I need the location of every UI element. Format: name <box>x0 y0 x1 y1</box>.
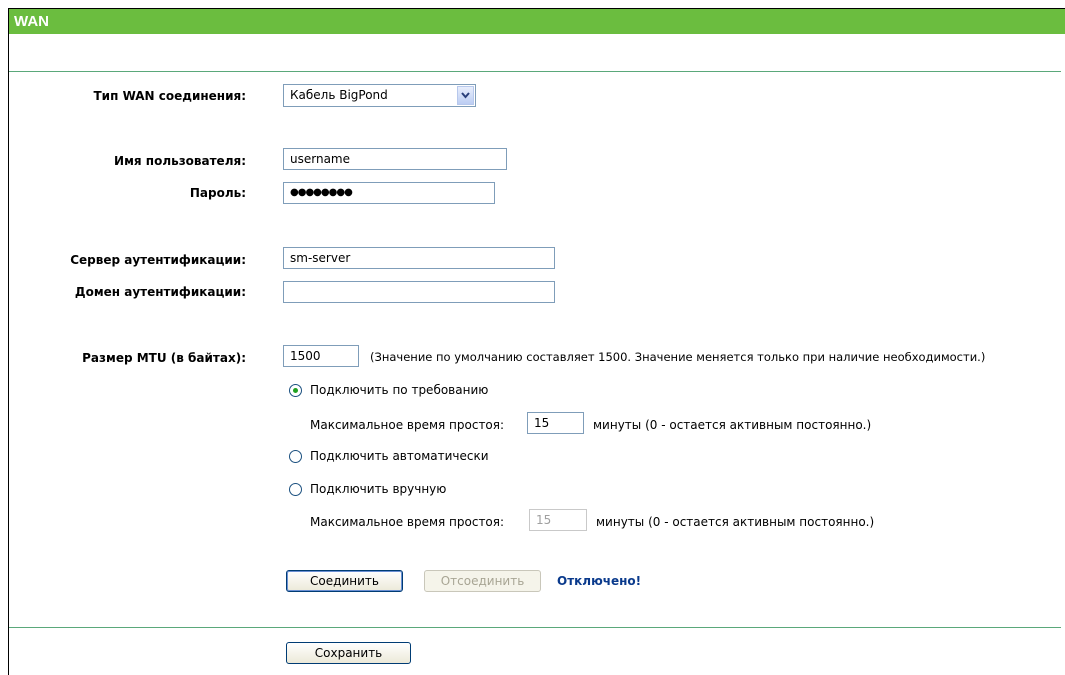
chevron-down-icon[interactable] <box>457 86 474 105</box>
connect-on-demand-label: Подключить по требованию <box>310 383 489 397</box>
username-label-box: Имя пользователя: <box>0 154 246 174</box>
auth-server-label-box: Сервер аутентификации: <box>0 253 246 273</box>
wan-type-select[interactable]: Кабель BigPond <box>283 84 476 107</box>
idle-time-suffix: минуты (0 - остается активным постоянно.… <box>593 418 872 432</box>
bottom-divider <box>9 627 1061 628</box>
auth-domain-label-box: Домен аутентификации: <box>0 285 246 305</box>
wan-type-label: Тип WAN соединения: <box>93 89 247 103</box>
connect-manual-label: Подключить вручную <box>310 482 447 496</box>
auth-server-input[interactable]: sm-server <box>283 247 555 269</box>
manual-idle-time-label: Максимальное время простоя: <box>310 515 505 529</box>
password-input[interactable]: ●●●●●●●● <box>283 182 495 204</box>
wan-type-value: Кабель BigPond <box>290 88 388 102</box>
auth-domain-input[interactable] <box>283 281 555 303</box>
radio-selected-dot <box>293 388 298 393</box>
mtu-label-box: Размер MTU (в байтах): <box>0 351 246 371</box>
top-divider <box>9 71 1061 72</box>
username-input[interactable]: username <box>283 148 507 170</box>
auth-domain-label: Домен аутентификации: <box>74 285 246 299</box>
manual-idle-time-input[interactable]: 15 <box>529 509 587 531</box>
manual-idle-time-suffix: минуты (0 - остается активным постоянно.… <box>596 515 875 529</box>
password-label: Пароль: <box>189 186 246 200</box>
disconnect-button[interactable]: Отсоединить <box>424 570 541 592</box>
connect-auto-label: Подключить автоматически <box>310 449 489 463</box>
save-button[interactable]: Сохранить <box>286 642 411 664</box>
connect-on-demand-radio[interactable] <box>289 384 302 397</box>
idle-time-label: Максимальное время простоя: <box>310 418 505 432</box>
mtu-hint: (Значение по умолчанию составляет 1500. … <box>370 350 986 364</box>
wan-type-label-box: Тип WAN соединения: <box>0 89 247 109</box>
page-title: WAN <box>9 9 1065 34</box>
username-label: Имя пользователя: <box>114 154 246 168</box>
connect-manual-radio[interactable] <box>289 483 302 496</box>
connect-auto-radio[interactable] <box>289 450 302 463</box>
idle-time-input[interactable]: 15 <box>527 412 584 434</box>
mtu-input[interactable]: 1500 <box>283 345 359 367</box>
password-label-box: Пароль: <box>0 186 246 206</box>
mtu-label: Размер MTU (в байтах): <box>82 351 246 365</box>
connect-button[interactable]: Соединить <box>286 570 403 592</box>
connection-status: Отключено! <box>557 574 642 588</box>
auth-server-label: Сервер аутентификации: <box>70 253 246 267</box>
